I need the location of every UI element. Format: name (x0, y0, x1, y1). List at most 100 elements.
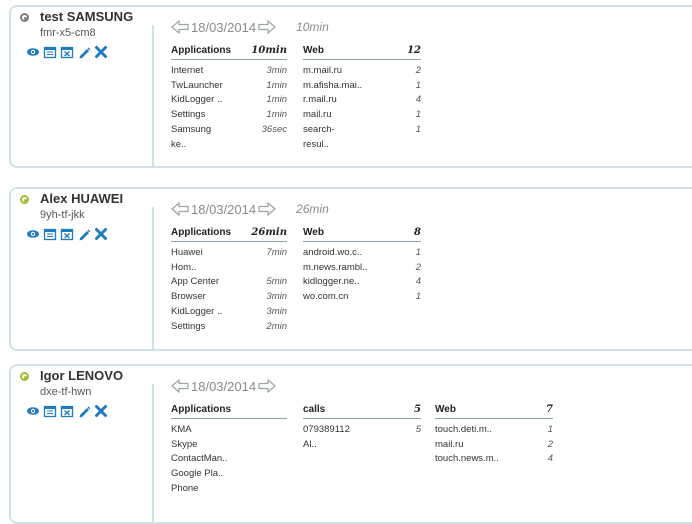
column-total: 26min (251, 227, 287, 238)
list-item[interactable]: touch.deti.m.. 1 (435, 423, 553, 438)
delete-calendar-icon[interactable] (60, 45, 74, 59)
device-name[interactable]: test SAMSUNG (40, 9, 133, 24)
list-item[interactable]: TwLauncher 1min (171, 79, 287, 94)
delete-calendar-icon[interactable] (60, 404, 74, 418)
device-actions (26, 404, 108, 418)
item-label: Al.. (303, 438, 317, 450)
item-label: Huawei (171, 247, 203, 258)
next-day-arrow-icon[interactable] (258, 379, 277, 393)
list-item[interactable]: search- 1 (303, 123, 421, 138)
stats-column: Web 7 touch.deti.m.. 1 mail.ru 2 touch.n… (435, 404, 553, 467)
edit-icon[interactable] (77, 404, 91, 418)
remove-icon[interactable] (94, 45, 108, 59)
list-item[interactable]: Google Pla.. (171, 467, 287, 482)
list-item[interactable]: m.news.rambl.. 2 (303, 261, 421, 276)
prev-day-arrow-icon[interactable] (171, 379, 189, 393)
list-item[interactable]: Settings 2min (171, 320, 287, 335)
list-item[interactable]: Settings 1min (171, 108, 287, 123)
next-day-arrow-icon[interactable] (258, 20, 277, 34)
device-id: dxe-tf-hwn (40, 386, 92, 398)
view-icon[interactable] (26, 404, 40, 418)
item-label: Browser (171, 291, 206, 303)
device-card: Igor LENOVO dxe-tf-hwn 18/03/2014 Applic… (9, 364, 692, 524)
calendar-icon[interactable] (43, 227, 57, 241)
column-title: Web (303, 227, 324, 238)
stats-column: Applications 26min Huawei 7min Hom.. App… (171, 227, 287, 334)
remove-icon[interactable] (94, 404, 108, 418)
item-label: Hom.. (171, 261, 197, 273)
list-item[interactable]: KMA (171, 423, 287, 438)
list-item[interactable]: android.wo.c.. 1 (303, 246, 421, 261)
next-day-arrow-icon[interactable] (258, 202, 277, 216)
stats-column: Applications 10min Internet 3min TwLaunc… (171, 45, 287, 152)
item-label: Settings (171, 109, 206, 121)
list-item[interactable]: KidLogger .. 3min (171, 305, 287, 320)
list-item[interactable]: m.mail.ru 2 (303, 64, 421, 79)
total-time: 26min (296, 202, 329, 216)
item-value: 2 (415, 65, 421, 76)
column-title: Applications (171, 227, 232, 238)
column-header: Applications 10min (171, 45, 287, 60)
status-icon (20, 372, 29, 381)
column-total: 10min (251, 45, 287, 56)
date-label: 18/03/2014 (191, 201, 257, 217)
prev-day-arrow-icon[interactable] (171, 20, 189, 34)
list-item[interactable]: ke.. (171, 138, 287, 153)
item-value: 4 (547, 453, 553, 465)
column-title: Applications (171, 404, 232, 415)
list-item[interactable]: wo.com.cn 1 (303, 290, 421, 305)
list-item[interactable]: Phone (171, 482, 287, 497)
list-item[interactable]: App Center 5min (171, 275, 287, 290)
list-item[interactable]: Skype (171, 438, 287, 453)
divider (152, 384, 154, 522)
item-label: m.mail.ru (303, 65, 343, 76)
list-item[interactable]: touch.news.m.. 4 (435, 452, 553, 467)
item-label: mail.ru (303, 109, 332, 121)
list-item[interactable]: resul.. (303, 138, 421, 153)
item-label: r.mail.ru (303, 94, 337, 106)
item-value: 7min (266, 247, 287, 258)
prev-day-arrow-icon[interactable] (171, 202, 189, 216)
list-item[interactable]: Huawei 7min (171, 246, 287, 261)
list-item[interactable]: Samsung 36sec (171, 123, 287, 138)
divider (152, 25, 154, 166)
list-item[interactable]: mail.ru 2 (435, 438, 553, 453)
delete-calendar-icon[interactable] (60, 227, 74, 241)
item-value: 1 (415, 79, 421, 91)
calendar-icon[interactable] (43, 45, 57, 59)
item-label: Settings (171, 320, 206, 332)
date-label: 18/03/2014 (191, 19, 257, 35)
list-item[interactable]: Browser 3min (171, 290, 287, 305)
item-value: 1min (266, 94, 287, 106)
edit-icon[interactable] (77, 227, 91, 241)
list-item[interactable]: ContactMan.. (171, 452, 287, 467)
status-icon (20, 195, 29, 204)
column-header: calls 5 (303, 404, 421, 419)
list-item[interactable]: kidlogger.ne.. 4 (303, 275, 421, 290)
list-item[interactable]: Internet 3min (171, 64, 287, 79)
stats-column: Applications KMA Skype ContactMan.. Goog… (171, 404, 287, 497)
device-name[interactable]: Igor LENOVO (40, 368, 123, 383)
list-item[interactable]: Hom.. (171, 261, 287, 276)
view-icon[interactable] (26, 227, 40, 241)
item-value: 5 (415, 424, 421, 435)
list-item[interactable]: r.mail.ru 4 (303, 93, 421, 108)
view-icon[interactable] (26, 45, 40, 59)
item-label: App Center (171, 276, 220, 288)
device-name[interactable]: Alex HUAWEI (40, 191, 123, 206)
calendar-icon[interactable] (43, 404, 57, 418)
item-label: TwLauncher (171, 79, 223, 91)
list-item[interactable]: KidLogger .. 1min (171, 93, 287, 108)
edit-icon[interactable] (77, 45, 91, 59)
item-label: search- (303, 123, 335, 135)
column-title: Web (303, 45, 324, 56)
item-label: mail.ru (435, 438, 464, 450)
list-item[interactable]: m.afisha.mai.. 1 (303, 79, 421, 94)
list-item[interactable]: Al.. (303, 438, 421, 453)
remove-icon[interactable] (94, 227, 108, 241)
list-item[interactable]: mail.ru 1 (303, 108, 421, 123)
item-value: 1 (415, 123, 421, 135)
item-value: 36sec (261, 123, 287, 135)
item-value: 1min (266, 109, 287, 121)
list-item[interactable]: 079389112 5 (303, 423, 421, 438)
